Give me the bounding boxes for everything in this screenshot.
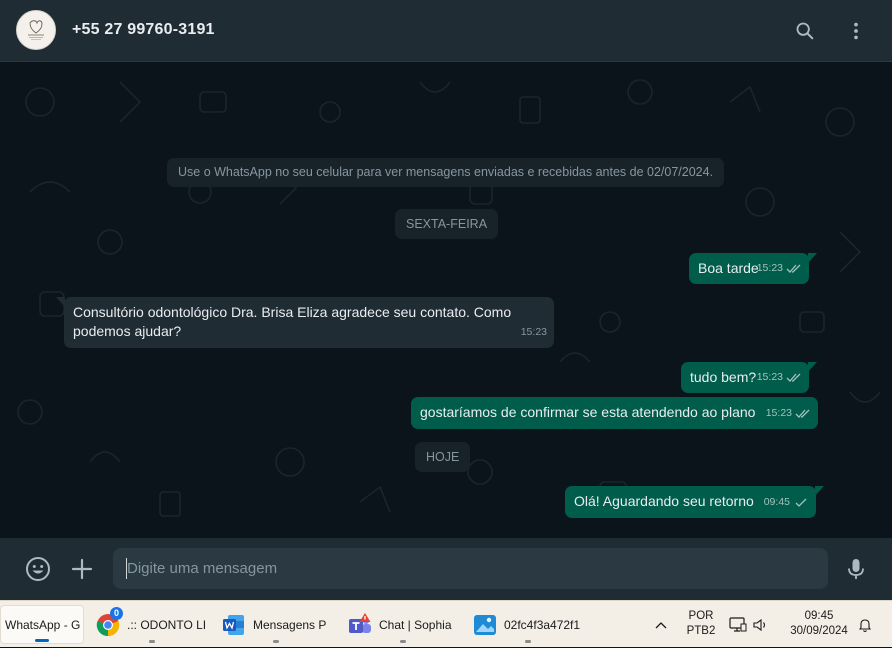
kebab-menu-icon xyxy=(854,22,858,40)
photos-icon xyxy=(473,613,497,637)
plus-icon xyxy=(71,558,93,580)
message-time: 15:23 xyxy=(520,326,547,338)
emoji-button[interactable] xyxy=(24,555,52,583)
message-text: Boa tarde xyxy=(698,260,759,276)
message-composer xyxy=(0,538,892,600)
keyboard-layout: PTB2 xyxy=(686,625,716,637)
message-meta: 15:23 xyxy=(757,368,802,387)
message-outgoing[interactable]: gostaríamos de confirmar se esta atenden… xyxy=(411,397,818,429)
open-indicator xyxy=(149,640,155,643)
bell-icon xyxy=(858,618,872,632)
chat-header[interactable]: +55 27 99760-3191 xyxy=(0,0,892,62)
input-language-indicator[interactable]: POR PTB2 xyxy=(682,609,720,639)
taskbar-item-word[interactable]: Mensagens P xyxy=(222,605,330,644)
message-time: 09:45 xyxy=(763,496,790,508)
active-indicator xyxy=(35,639,49,642)
windows-taskbar: WhatsApp - G 0 .:: ODONTO LI Mensagens P… xyxy=(0,600,892,647)
network-status[interactable] xyxy=(728,601,748,648)
message-incoming[interactable]: Consultório odontológico Dra. Brisa Eliz… xyxy=(56,297,554,348)
clinic-logo-icon xyxy=(28,20,44,40)
message-time: 15:23 xyxy=(756,371,783,383)
taskbar-label: Mensagens P xyxy=(253,617,327,632)
message-meta: 09:45 xyxy=(764,493,809,512)
history-notice: Use o WhatsApp no seu celular para ver m… xyxy=(167,158,725,187)
double-check-icon xyxy=(786,264,801,273)
message-list[interactable]: Use o WhatsApp no seu celular para ver m… xyxy=(0,62,892,538)
attach-button[interactable] xyxy=(68,555,96,583)
message-outgoing[interactable]: tudo bem? 15:23 xyxy=(681,362,817,393)
chevron-up-icon xyxy=(655,621,667,628)
taskbar-label: .:: ODONTO LI xyxy=(127,617,207,632)
notifications-button[interactable] xyxy=(856,601,874,648)
open-indicator xyxy=(525,640,531,643)
message-time: 15:23 xyxy=(765,407,792,419)
taskbar-item-chrome[interactable]: 0 .:: ODONTO LI xyxy=(96,605,208,644)
search-button[interactable] xyxy=(792,18,818,44)
emoji-icon xyxy=(26,557,50,581)
clock-time: 09:45 xyxy=(804,610,834,622)
contact-name[interactable]: +55 27 99760-3191 xyxy=(72,21,215,39)
message-input[interactable] xyxy=(113,548,828,589)
taskbar-item-teams[interactable]: Chat | Sophia xyxy=(348,605,458,644)
message-outgoing[interactable]: Olá! Aguardando seu retorno 09:45 xyxy=(565,486,824,518)
search-icon xyxy=(796,22,814,40)
message-outgoing[interactable]: Boa tarde 15:23 xyxy=(689,253,817,284)
language-code: POR xyxy=(688,610,714,622)
bubble-tail xyxy=(808,362,817,372)
chrome-icon: 0 xyxy=(96,606,123,637)
taskbar-item-whatsapp[interactable]: WhatsApp - G xyxy=(0,605,84,644)
open-indicator xyxy=(273,640,279,643)
double-check-icon xyxy=(795,409,810,418)
volume-control[interactable] xyxy=(752,601,770,648)
taskbar-item-photos[interactable]: 02fc4f3a472f1 xyxy=(473,605,583,644)
message-meta: 15:23 xyxy=(766,404,811,423)
double-check-icon xyxy=(786,373,801,382)
message-text: Olá! Aguardando seu retorno xyxy=(574,493,754,509)
contact-avatar[interactable] xyxy=(16,10,56,50)
date-divider-friday: SEXTA-FEIRA xyxy=(395,209,499,239)
taskbar-label: Chat | Sophia xyxy=(379,617,452,632)
message-text: gostaríamos de confirmar se esta atenden… xyxy=(420,404,756,420)
notification-badge: 0 xyxy=(110,606,123,620)
open-indicator xyxy=(400,640,406,643)
message-time: 15:23 xyxy=(756,262,783,274)
voice-message-button[interactable] xyxy=(842,555,870,583)
network-icon xyxy=(729,616,747,632)
system-clock[interactable]: 09:45 30/09/2024 xyxy=(782,609,856,639)
whatsapp-window: +55 27 99760-3191 Use o WhatsApp no seu … xyxy=(0,0,892,600)
teams-icon xyxy=(348,612,372,637)
bubble-tail xyxy=(56,297,65,307)
show-hidden-icons-button[interactable] xyxy=(650,601,672,648)
message-text: tudo bem? xyxy=(690,369,757,385)
taskbar-label: WhatsApp - G xyxy=(5,617,81,632)
bubble-tail xyxy=(808,253,817,263)
message-text-line2: podemos ajudar? xyxy=(73,323,182,339)
date-divider-today: HOJE xyxy=(415,442,471,472)
clock-date: 30/09/2024 xyxy=(790,625,848,637)
taskbar-label: 02fc4f3a472f1 xyxy=(504,617,581,632)
microphone-icon xyxy=(848,559,864,579)
message-meta: 15:23 xyxy=(757,259,802,278)
speaker-icon xyxy=(753,618,766,631)
word-icon xyxy=(222,613,246,637)
text-caret xyxy=(126,558,127,579)
message-text-line1: Consultório odontológico Dra. Brisa Eliz… xyxy=(73,304,512,320)
bubble-tail xyxy=(815,486,824,496)
message-meta: 15:23 xyxy=(521,323,547,342)
menu-button[interactable] xyxy=(843,18,869,44)
single-check-icon xyxy=(795,498,807,507)
